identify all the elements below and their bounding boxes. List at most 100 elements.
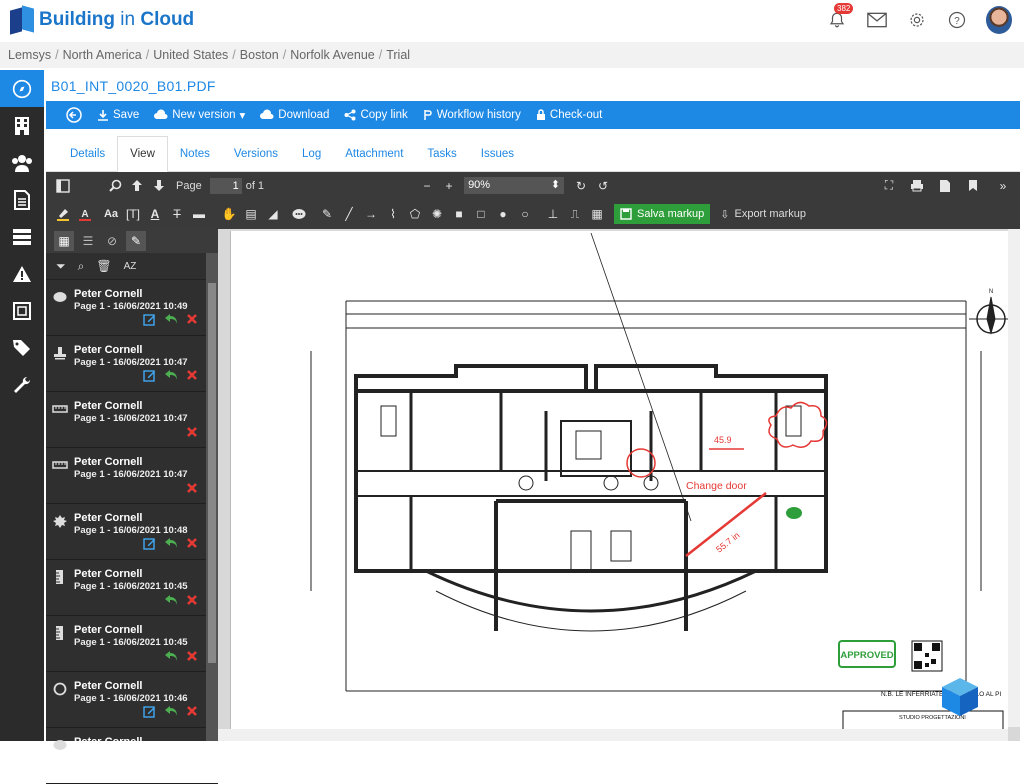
new-version-button[interactable]: New version ▾ xyxy=(154,108,245,122)
stamp-tool[interactable]: ⊥ xyxy=(542,204,564,224)
cloud-tool[interactable]: ✺ xyxy=(426,204,448,224)
check-out-button[interactable]: Check-out xyxy=(536,109,602,121)
reply-icon[interactable] xyxy=(164,594,178,609)
user-avatar[interactable] xyxy=(986,6,1012,34)
measure-distance-tool[interactable]: ⎍ xyxy=(564,204,586,224)
download-button[interactable]: Download xyxy=(260,109,329,121)
annotation-item[interactable]: Peter Cornell Page 1 - 16/06/2021 10:46 xyxy=(46,672,218,728)
edit-icon[interactable] xyxy=(143,313,156,329)
delete-icon[interactable] xyxy=(186,426,198,441)
annotation-item[interactable]: Peter Cornell Page 1 - 16/06/2021 10:45 xyxy=(46,560,218,616)
nav-explore[interactable] xyxy=(0,70,44,107)
highlight-tool[interactable] xyxy=(52,204,74,224)
help-button[interactable]: ? xyxy=(946,9,968,31)
approved-stamp[interactable]: APPROVED xyxy=(840,650,893,661)
textbox-tool[interactable]: [T] xyxy=(122,204,144,224)
print-button[interactable] xyxy=(906,176,928,196)
filled-rectangle-tool[interactable]: ■ xyxy=(448,204,470,224)
tab-details[interactable]: Details xyxy=(58,136,117,172)
annotation-item[interactable]: Peter Cornell xyxy=(46,728,218,784)
nav-plans[interactable] xyxy=(0,292,44,329)
polygon-tool[interactable]: ⬠ xyxy=(404,204,426,224)
app-logo[interactable]: Building in Cloud xyxy=(10,5,194,35)
bim-viewer-cube-icon[interactable] xyxy=(938,675,982,719)
canvas-vertical-scrollbar[interactable] xyxy=(1008,229,1020,727)
breadcrumb-item-united-states[interactable]: United States xyxy=(153,48,228,62)
reply-icon[interactable] xyxy=(164,313,178,329)
strikethrough-tool[interactable]: T xyxy=(166,204,188,224)
sort-az-icon[interactable]: AZ xyxy=(124,261,137,272)
reply-icon[interactable] xyxy=(164,650,178,665)
document-canvas[interactable]: Change door 55.7 in 45.9 N APPROVED N.B.… xyxy=(218,229,1020,741)
download-pdf-button[interactable] xyxy=(934,176,956,196)
measurement-label[interactable]: 55.7 in xyxy=(714,530,741,555)
rotate-clockwise-button[interactable]: ↻ xyxy=(570,176,592,196)
breadcrumb-item-trial[interactable]: Trial xyxy=(386,48,410,62)
pencil-tool[interactable]: ✎ xyxy=(316,204,338,224)
annotation-item[interactable]: Peter Cornell Page 1 - 16/06/2021 10:47 xyxy=(46,336,218,392)
delete-icon[interactable] xyxy=(186,650,198,665)
filter-icon[interactable]: ⏷ xyxy=(56,259,66,274)
delete-icon[interactable] xyxy=(186,705,198,721)
comment-tool[interactable] xyxy=(288,204,310,224)
export-markup-button[interactable]: ⇩ Export markup xyxy=(720,208,806,221)
qrcode-tool[interactable]: ▦ xyxy=(586,204,608,224)
search-icon[interactable]: ⌕ xyxy=(78,259,85,274)
text-color-tool[interactable]: A xyxy=(74,204,96,224)
canvas-horizontal-scrollbar[interactable] xyxy=(218,729,1008,741)
tab-versions[interactable]: Versions xyxy=(222,136,290,172)
breadcrumb-item-boston[interactable]: Boston xyxy=(240,48,279,62)
tab-log[interactable]: Log xyxy=(290,136,333,172)
annotation-item[interactable]: Peter Cornell Page 1 - 16/06/2021 10:49 xyxy=(46,280,218,336)
reply-icon[interactable] xyxy=(164,369,178,385)
zoom-select[interactable]: 90% ⬍ xyxy=(464,177,565,194)
reply-icon[interactable] xyxy=(164,705,178,721)
nav-tools[interactable] xyxy=(0,366,44,403)
comment-pin[interactable] xyxy=(786,507,802,519)
filled-ellipse-tool[interactable]: ● xyxy=(492,204,514,224)
save-markup-button[interactable]: Salva markup xyxy=(614,204,711,224)
workflow-history-button[interactable]: Workflow history xyxy=(423,109,521,121)
markup-label[interactable]: Change door xyxy=(686,480,747,492)
tab-view[interactable]: View xyxy=(117,136,168,172)
settings-button[interactable] xyxy=(906,9,928,31)
edit-icon[interactable] xyxy=(143,369,156,385)
nav-tags[interactable] xyxy=(0,329,44,366)
page-number-input[interactable]: 1 xyxy=(209,177,242,194)
tab-tasks[interactable]: Tasks xyxy=(415,136,468,172)
delete-icon[interactable] xyxy=(186,594,198,609)
breadcrumb-item-norfolk-avenue[interactable]: Norfolk Avenue xyxy=(290,48,375,62)
previous-page-button[interactable] xyxy=(126,176,148,196)
breadcrumb-item-north-america[interactable]: North America xyxy=(63,48,142,62)
rectangle-tool[interactable]: □ xyxy=(470,204,492,224)
arrow-tool[interactable]: → xyxy=(360,204,382,224)
breadcrumb-item-lemsys[interactable]: Lemsys xyxy=(8,48,51,62)
polyline-tool[interactable]: ⌇ xyxy=(382,204,404,224)
fullscreen-button[interactable]: ⛶ xyxy=(878,176,900,196)
notifications-button[interactable]: 382 xyxy=(826,3,854,31)
zoom-in-button[interactable]: + xyxy=(438,176,460,196)
nav-documents[interactable] xyxy=(0,181,44,218)
pdf-page[interactable]: Change door 55.7 in 45.9 N APPROVED N.B.… xyxy=(230,231,1013,741)
nav-issues[interactable] xyxy=(0,255,44,292)
panel-scrollbar[interactable] xyxy=(206,253,218,741)
pan-tool[interactable]: ✋ xyxy=(218,204,240,224)
thumbnails-tab[interactable]: ▦ xyxy=(54,231,74,251)
tab-notes[interactable]: Notes xyxy=(168,136,222,172)
delete-icon[interactable] xyxy=(186,537,198,553)
measurement-label-2[interactable]: 45.9 xyxy=(714,435,732,445)
delete-icon[interactable] xyxy=(186,482,198,497)
next-page-button[interactable] xyxy=(148,176,170,196)
ruler-tool[interactable]: ▤ xyxy=(240,204,262,224)
edit-icon[interactable] xyxy=(143,537,156,553)
rotate-counterclockwise-button[interactable]: ↺ xyxy=(592,176,614,196)
annotations-tab[interactable]: ✎ xyxy=(126,231,146,251)
annotation-item[interactable]: Peter Cornell Page 1 - 16/06/2021 10:47 xyxy=(46,448,218,504)
toggle-sidebar-button[interactable] xyxy=(52,176,74,196)
text-tool[interactable]: Aa xyxy=(100,204,122,224)
delete-icon[interactable] xyxy=(186,313,198,329)
edit-icon[interactable] xyxy=(143,705,156,721)
more-tools-button[interactable]: » xyxy=(992,176,1014,196)
nav-users[interactable] xyxy=(0,144,44,181)
copy-link-button[interactable]: Copy link xyxy=(344,109,408,121)
